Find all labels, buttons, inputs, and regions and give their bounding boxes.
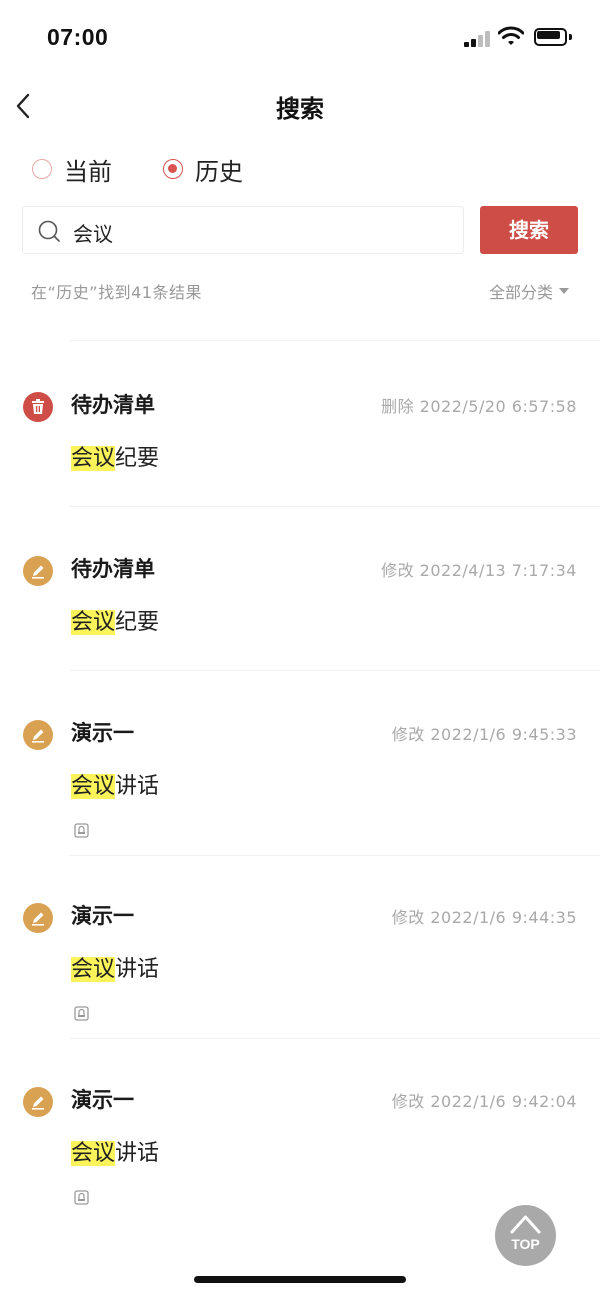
list-item[interactable]: 待办清单 删除 2022/5/20 6:57:58 会议纪要 (0, 392, 600, 507)
scope-radio-current[interactable]: 当前 (32, 152, 112, 186)
list-item[interactable]: 演示一 修改 2022/1/6 9:42:04 会议讲话 (0, 1087, 600, 1223)
snippet-text: 纪要 (115, 610, 160, 635)
category-filter-dropdown[interactable]: 全部分类 (489, 279, 570, 303)
search-icon (38, 220, 60, 242)
divider (70, 506, 600, 507)
item-title: 演示一 (71, 1088, 134, 1112)
item-meta: 修改 2022/4/13 7:17:34 (381, 561, 577, 580)
item-title: 演示一 (71, 904, 134, 928)
radio-checked-icon (163, 159, 183, 179)
snippet-highlight: 会议 (71, 1141, 116, 1166)
snippet-highlight: 会议 (71, 446, 116, 471)
item-snippet: 会议纪要 (71, 440, 159, 472)
attachment-icon (74, 1006, 89, 1021)
attachment-icon (74, 1190, 89, 1205)
chevron-up-icon (510, 1215, 541, 1234)
item-title: 待办清单 (71, 557, 155, 581)
signal-icon (464, 31, 492, 47)
scope-label-current: 当前 (64, 157, 112, 186)
radio-unchecked-icon (32, 159, 52, 179)
snippet-highlight: 会议 (71, 774, 116, 799)
search-value: 会议 (73, 222, 113, 246)
divider (70, 1038, 600, 1039)
attachment-icon (74, 823, 89, 838)
pencil-icon (23, 1087, 53, 1117)
snippet-text: 讲话 (115, 774, 160, 799)
status-time: 07:00 (47, 24, 109, 50)
divider (70, 855, 600, 856)
scope-label-history: 历史 (195, 157, 243, 186)
scope-radio-history[interactable]: 历史 (163, 152, 243, 186)
snippet-text: 纪要 (115, 446, 160, 471)
snippet-highlight: 会议 (71, 957, 116, 982)
snippet-highlight: 会议 (71, 610, 116, 635)
list-item[interactable]: 演示一 修改 2022/1/6 9:45:33 会议讲话 (0, 720, 600, 856)
caret-down-icon (559, 288, 570, 294)
divider (70, 670, 600, 671)
result-summary: 在“历史”找到41条结果 (31, 283, 202, 302)
pencil-icon (23, 556, 53, 586)
back-to-top-button[interactable]: TOP (495, 1205, 556, 1266)
status-bar: 07:00 (0, 0, 600, 76)
pencil-icon (23, 903, 53, 933)
item-meta: 修改 2022/1/6 9:44:35 (391, 908, 577, 927)
divider (70, 340, 600, 341)
category-filter-label: 全部分类 (489, 283, 554, 302)
item-snippet: 会议纪要 (71, 604, 159, 636)
battery-icon (534, 28, 572, 46)
back-to-top-label: TOP (511, 1236, 540, 1252)
item-meta: 删除 2022/5/20 6:57:58 (381, 397, 577, 416)
item-snippet: 会议讲话 (71, 768, 159, 800)
item-snippet: 会议讲话 (71, 951, 159, 983)
item-meta: 修改 2022/1/6 9:45:33 (391, 725, 577, 744)
item-title: 待办清单 (71, 393, 155, 417)
item-snippet: 会议讲话 (71, 1135, 159, 1167)
list-item[interactable]: 待办清单 修改 2022/4/13 7:17:34 会议纪要 (0, 556, 600, 671)
search-button[interactable]: 搜索 (480, 206, 578, 254)
snippet-text: 讲话 (115, 957, 160, 982)
item-title: 演示一 (71, 721, 134, 745)
home-indicator (194, 1276, 406, 1283)
page-title: 搜索 (276, 95, 324, 123)
snippet-text: 讲话 (115, 1141, 160, 1166)
wifi-icon (498, 26, 524, 45)
list-item[interactable]: 演示一 修改 2022/1/6 9:44:35 会议讲话 (0, 903, 600, 1039)
item-meta: 修改 2022/1/6 9:42:04 (391, 1092, 577, 1111)
search-input[interactable]: 会议 (22, 206, 464, 254)
trash-icon (23, 392, 53, 422)
pencil-icon (23, 720, 53, 750)
